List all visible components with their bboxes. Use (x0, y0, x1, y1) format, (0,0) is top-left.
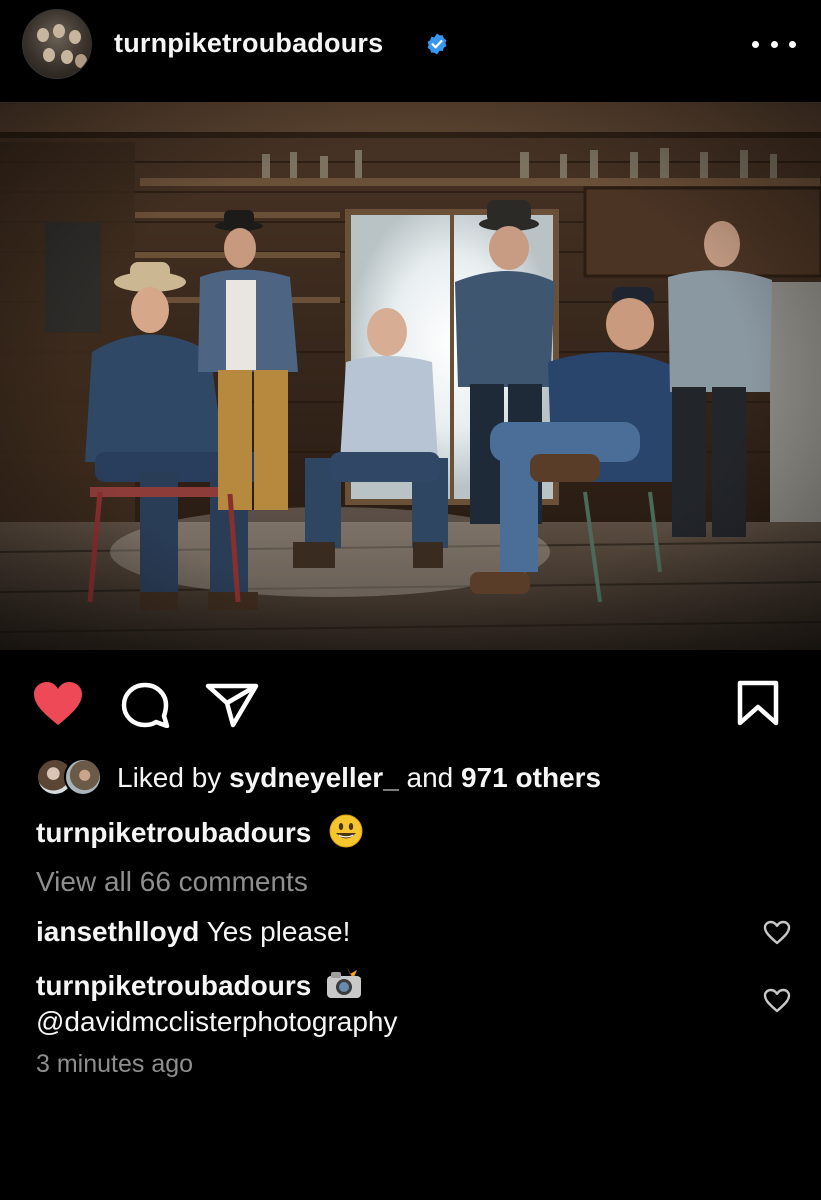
view-all-comments-link[interactable]: View all 66 comments (36, 866, 308, 898)
avatar[interactable] (22, 9, 92, 79)
heart-filled-icon[interactable] (32, 680, 84, 728)
comment-like-heart-icon[interactable] (763, 920, 791, 946)
band-photo (0, 102, 821, 650)
comment-item: iansethlloyd Yes please! (36, 916, 350, 948)
comment-icon[interactable] (120, 682, 170, 728)
likes-row[interactable]: Liked by sydneyeller_ and 971 others (36, 758, 796, 798)
post-image[interactable] (0, 102, 821, 650)
post-timestamp: 3 minutes ago (36, 1050, 194, 1078)
bookmark-icon[interactable] (736, 680, 780, 726)
comment-username[interactable]: turnpiketroubadours (36, 970, 311, 1001)
liked-by-prefix: Liked by (117, 762, 222, 793)
likes-text[interactable]: Liked by sydneyeller_ and 971 others (117, 762, 601, 794)
smile-emoji (329, 814, 363, 848)
comment-like-heart-icon[interactable] (763, 988, 791, 1014)
liked-by-user[interactable]: sydneyeller_ (229, 762, 399, 793)
verified-badge-icon (427, 33, 447, 55)
caption: turnpiketroubadours (36, 814, 363, 849)
post-header: turnpiketroubadours (0, 0, 821, 90)
liker-avatar (64, 758, 102, 796)
camera-flash-emoji (327, 967, 363, 998)
share-icon[interactable] (205, 682, 259, 728)
comment-mention[interactable]: @davidmcclisterphotography (36, 1006, 397, 1037)
post-author-username[interactable]: turnpiketroubadours (114, 28, 383, 59)
liked-by-joiner: and (406, 762, 454, 793)
comment-text: Yes please! (206, 916, 351, 947)
action-bar (0, 668, 821, 738)
liked-by-others[interactable]: 971 others (461, 762, 601, 793)
more-options-icon[interactable] (752, 30, 796, 58)
comment-username[interactable]: iansethlloyd (36, 916, 199, 947)
comment-item: turnpiketroubadours @davidmcclisterphoto… (36, 966, 736, 1040)
caption-username[interactable]: turnpiketroubadours (36, 817, 311, 848)
